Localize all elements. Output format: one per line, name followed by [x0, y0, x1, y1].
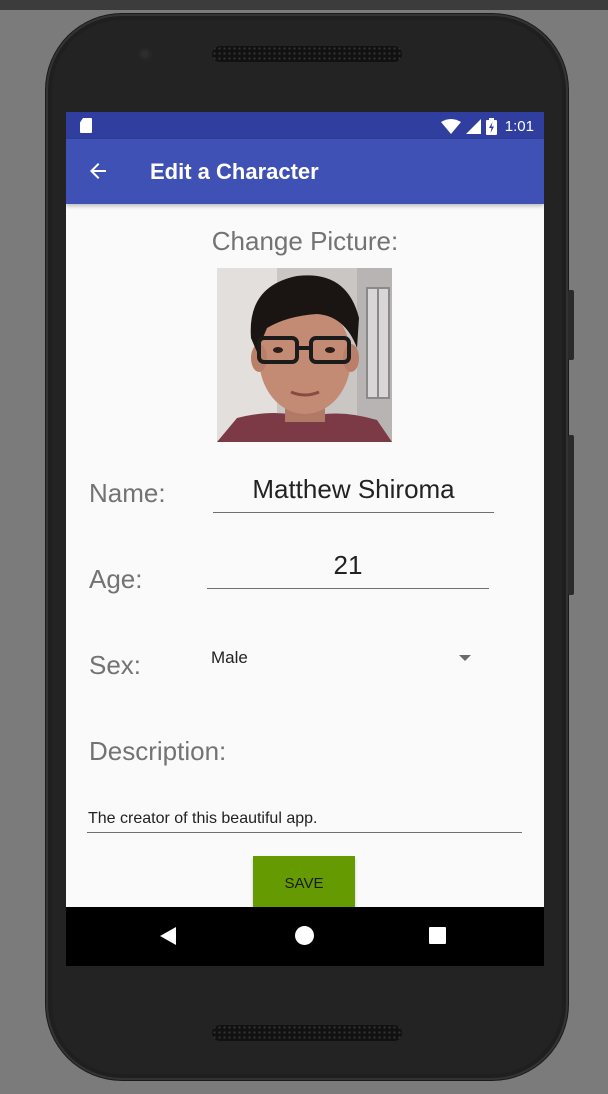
- character-picture[interactable]: [217, 268, 392, 442]
- description-field[interactable]: The creator of this beautiful app.: [87, 802, 522, 833]
- page-title: Edit a Character: [150, 159, 319, 184]
- nav-back-icon[interactable]: [160, 927, 176, 945]
- volume-button: [568, 290, 574, 360]
- sex-dropdown[interactable]: Male: [209, 636, 471, 676]
- window-top-strip: [0, 0, 608, 10]
- navigation-bar: [66, 907, 544, 966]
- battery-icon: [485, 117, 497, 135]
- nav-home-icon[interactable]: [295, 926, 314, 945]
- nav-recents-icon[interactable]: [429, 927, 446, 944]
- name-label: Name:: [89, 478, 166, 508]
- portrait-photo: [217, 268, 392, 442]
- dropdown-arrow-icon: [459, 655, 471, 661]
- wifi-icon: [440, 118, 461, 134]
- status-bar: 1:01: [66, 112, 544, 139]
- arrow-back-icon[interactable]: [86, 159, 110, 183]
- status-time: 1:01: [504, 117, 534, 135]
- description-label: Description:: [89, 736, 227, 766]
- change-picture-label: Change Picture:: [211, 226, 399, 256]
- front-camera: [138, 47, 152, 61]
- sex-dropdown-value: Male: [211, 648, 248, 667]
- edit-form: Change Picture: Name: Matthew Shiroma Ag…: [66, 204, 544, 912]
- name-field[interactable]: Matthew Shiroma: [213, 474, 494, 513]
- age-label: Age:: [89, 564, 143, 594]
- device-screen: 1:01 Edit a Character Change Picture: Na…: [66, 112, 544, 966]
- description-field-text: The creator of this beautiful app.: [88, 810, 318, 827]
- status-icons: 1:01: [440, 116, 534, 136]
- top-speaker-grille: [212, 46, 402, 62]
- bottom-speaker-grille: [212, 1025, 402, 1041]
- sd-card-icon: [80, 118, 92, 133]
- age-field[interactable]: 21: [207, 550, 489, 589]
- app-bar: Edit a Character: [66, 139, 544, 204]
- cell-signal-icon: [465, 118, 481, 134]
- emulator-root: 1:01 Edit a Character Change Picture: Na…: [0, 0, 608, 1094]
- sex-label: Sex:: [89, 650, 142, 680]
- power-button: [568, 435, 574, 595]
- save-button[interactable]: SAVE: [253, 856, 355, 912]
